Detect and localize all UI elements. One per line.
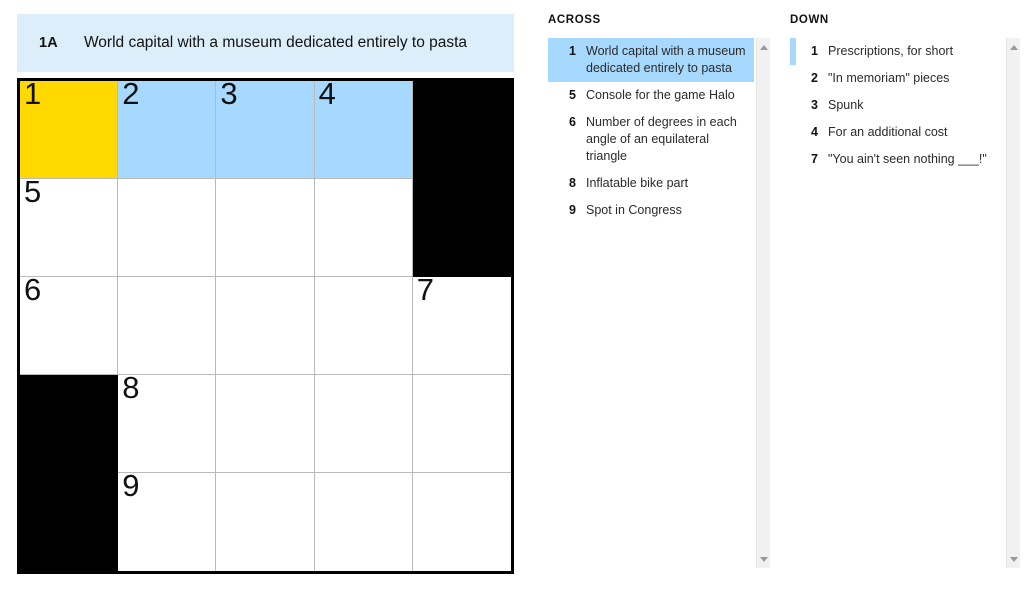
- clue-number: 7: [811, 152, 818, 166]
- across-clue-list[interactable]: 1 World capital with a museum dedicated e…: [548, 38, 754, 568]
- clue-text: "In memoriam" pieces: [828, 71, 950, 85]
- clue-text: Prescriptions, for short: [828, 44, 954, 58]
- grid-cell[interactable]: [118, 179, 217, 277]
- clue-row[interactable]: 7 "You ain't seen nothing ___!": [790, 146, 1004, 173]
- crossword-grid-container[interactable]: 1 2 3 4 5 6 7 8 9: [17, 78, 514, 574]
- clue-text: Spot in Congress: [586, 203, 682, 217]
- triangle-up-icon[interactable]: [1007, 40, 1021, 54]
- grid-cell[interactable]: 9: [118, 468, 217, 571]
- clue-text: Inflatable bike part: [586, 176, 689, 190]
- triangle-up-icon[interactable]: [757, 40, 771, 54]
- down-scrollbar[interactable]: [1006, 38, 1020, 568]
- grid-block-cell: [20, 473, 119, 571]
- clue-row[interactable]: 1 World capital with a museum dedicated e…: [548, 38, 754, 82]
- grid-cell[interactable]: [314, 473, 413, 571]
- clue-text: World capital with a museum dedicated en…: [586, 44, 746, 75]
- clue-number: 9: [569, 203, 576, 217]
- crossword-grid[interactable]: 1 2 3 4 5 6 7 8 9: [20, 76, 511, 571]
- grid-cell[interactable]: 1: [20, 76, 119, 179]
- clue-row[interactable]: 5 Console for the game Halo: [548, 82, 754, 109]
- grid-cell[interactable]: 3: [216, 76, 315, 179]
- clue-row[interactable]: 4 For an additional cost: [790, 119, 1004, 146]
- clue-number: 1: [811, 44, 818, 58]
- clue-text: Console for the game Halo: [586, 88, 735, 102]
- across-clues-panel: ACROSS 1 World capital with a museum dedi…: [548, 14, 770, 576]
- cell-number: 4: [318, 76, 336, 111]
- grid-cell[interactable]: [314, 277, 413, 375]
- cell-number: 5: [24, 174, 42, 209]
- grid-cell[interactable]: 5: [20, 174, 119, 277]
- grid-block-cell: [412, 81, 511, 179]
- clue-number: 6: [569, 115, 576, 129]
- grid-cell[interactable]: [118, 277, 217, 375]
- cell-number: 3: [220, 76, 238, 111]
- clue-number: 2: [811, 71, 818, 85]
- clue-number: 4: [811, 125, 818, 139]
- grid-cell[interactable]: [412, 375, 511, 473]
- puzzle-pane: 1A World capital with a museum dedicated…: [17, 14, 514, 574]
- across-heading: ACROSS: [548, 14, 601, 26]
- across-scrollbar[interactable]: [756, 38, 770, 568]
- cell-number: 2: [122, 76, 140, 111]
- down-heading: DOWN: [790, 14, 829, 26]
- grid-cell[interactable]: 8: [118, 370, 217, 473]
- current-clue-number: 1A: [39, 35, 58, 51]
- clue-row[interactable]: 8 Inflatable bike part: [548, 170, 754, 197]
- cell-number: 9: [122, 468, 140, 503]
- grid-cell[interactable]: 7: [412, 272, 511, 375]
- current-clue-text: World capital with a museum dedicated en…: [83, 34, 468, 51]
- crossword-app: 1A World capital with a museum dedicated…: [0, 0, 1024, 591]
- down-list-wrap: 1 Prescriptions, for short 2 "In memoriam" …: [790, 38, 1020, 568]
- grid-block-cell: [412, 179, 511, 277]
- across-list-wrap: 1 World capital with a museum dedicated e…: [548, 38, 770, 568]
- cell-number: 6: [24, 272, 42, 307]
- current-clue-bar[interactable]: 1A World capital with a museum dedicated…: [17, 14, 514, 72]
- grid-cell[interactable]: [216, 375, 315, 473]
- cell-number: 7: [416, 272, 435, 307]
- triangle-down-icon[interactable]: [757, 552, 771, 566]
- clue-text: Spunk: [828, 98, 864, 112]
- grid-cell[interactable]: 6: [20, 272, 119, 375]
- clue-text: Number of degrees in each angle of an eq…: [586, 115, 737, 163]
- grid-cell[interactable]: 2: [118, 76, 217, 179]
- cell-number: 1: [24, 76, 42, 111]
- clue-row[interactable]: 1 Prescriptions, for short: [790, 38, 1004, 65]
- clue-row[interactable]: 6 Number of degrees in each angle of an e…: [548, 109, 754, 170]
- grid-cell[interactable]: 4: [314, 76, 413, 179]
- clue-number: 8: [569, 176, 576, 190]
- clue-row[interactable]: 2 "In memoriam" pieces: [790, 65, 1004, 92]
- down-clue-list[interactable]: 1 Prescriptions, for short 2 "In memoriam" …: [790, 38, 1004, 568]
- down-clues-panel: DOWN 1 Prescriptions, for short 2 "In memor…: [790, 14, 1020, 576]
- grid-cell[interactable]: [216, 179, 315, 277]
- triangle-down-icon[interactable]: [1007, 552, 1021, 566]
- grid-cell[interactable]: [314, 179, 413, 277]
- grid-cell[interactable]: [216, 473, 315, 571]
- clue-number: 5: [569, 88, 576, 102]
- clue-text: "You ain't seen nothing ___!": [828, 152, 987, 166]
- grid-block-cell: [20, 375, 119, 473]
- clue-number: 1: [569, 44, 576, 58]
- clue-text: For an additional cost: [828, 125, 948, 139]
- clue-row[interactable]: 9 Spot in Congress: [548, 197, 754, 224]
- clue-row[interactable]: 3 Spunk: [790, 92, 1004, 119]
- grid-cell[interactable]: [216, 277, 315, 375]
- grid-cell[interactable]: [314, 375, 413, 473]
- cell-number: 8: [122, 370, 140, 405]
- clue-number: 3: [811, 98, 818, 112]
- grid-cell[interactable]: [412, 473, 511, 571]
